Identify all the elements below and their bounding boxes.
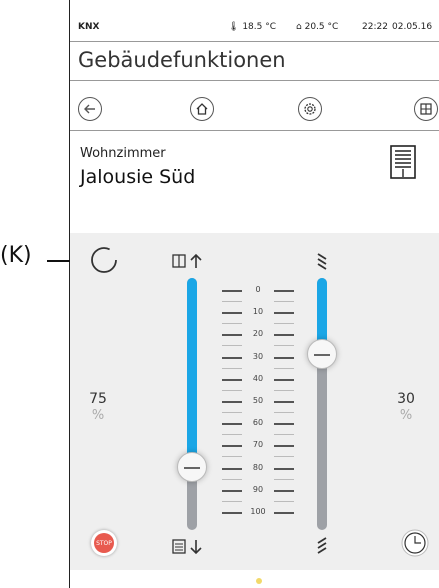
scale-tick-right [274,401,294,403]
blind-icon [390,145,416,179]
scale-label: 20 [252,329,264,338]
scale-tick-right [274,379,294,381]
stop-button-label: STOP [94,533,114,553]
grid-button[interactable] [414,97,438,121]
position-slider-fill [187,278,197,467]
title-divider [70,80,439,81]
position-slider[interactable] [177,278,207,530]
scale-tick-right [274,490,294,492]
outdoor-thermometer-icon: 🌡 [228,22,240,32]
position-unit: % [91,408,105,423]
scale-label: 40 [252,374,264,383]
scale-tick-right [274,357,294,359]
scale-tick-left [222,490,242,492]
scale-minor-tick [274,501,294,502]
back-button[interactable] [78,97,102,121]
grid-icon [420,103,432,115]
indoor-home-icon: ⌂ [296,22,302,32]
blind-down-icon [172,538,206,556]
scale-minor-tick [274,323,294,324]
scale-tick-right [274,468,294,470]
slat-value: 30 [397,391,415,407]
indoor-temp-value: 20.5 °C [304,22,339,32]
slat-unit: % [399,408,413,423]
timer-button[interactable] [401,529,429,557]
scale-tick-left [222,512,242,514]
outdoor-temp: 🌡 18.5 °C [228,22,276,32]
scale-tick-left [222,468,242,470]
back-arrow-icon [84,104,95,114]
scale-tick-left [222,445,242,447]
scale-label: 90 [252,485,264,494]
outdoor-temp-value: 18.5 °C [242,22,276,32]
indoor-temp: ⌂ 20.5 °C [296,22,338,32]
callout-label: (K) [0,243,32,268]
blind-up-icon [172,252,206,270]
scale-minor-tick [274,479,294,480]
scale-minor-tick [222,456,242,457]
position-slider-handle[interactable] [177,452,207,482]
clock-icon [401,529,429,557]
scale-minor-tick [274,368,294,369]
home-icon [196,103,208,115]
scale-minor-tick [274,345,294,346]
slats-open-icon [313,252,331,272]
scale-minor-tick [222,412,242,413]
scale-label: 70 [252,440,264,449]
scale-minor-tick [222,323,242,324]
scale-label: 30 [252,352,264,361]
scale-minor-tick [274,301,294,302]
scale-label: 0 [255,285,261,294]
settings-gear-icon [304,103,316,115]
slat-slider[interactable] [307,278,337,530]
scale-tick-right [274,334,294,336]
scale-minor-tick [222,301,242,302]
scale-tick-right [274,290,294,292]
scale-tick-right [274,445,294,447]
scale-label: 10 [252,307,264,316]
page-title: Gebäudefunktionen [78,48,286,72]
scale-minor-tick [222,434,242,435]
scale-minor-tick [274,456,294,457]
clock: 22:22 [362,22,388,32]
status-divider [70,41,439,42]
status-bar: KNX 🌡 18.5 °C ⌂ 20.5 °C 22:22 02.05.16 [78,22,439,38]
scale-tick-left [222,379,242,381]
scale-minor-tick [222,501,242,502]
scale-tick-left [222,290,242,292]
scale-tick-right [274,423,294,425]
stop-button[interactable]: STOP [91,530,117,556]
scale-minor-tick [222,345,242,346]
position-value: 75 [89,391,107,407]
scale-label: 60 [252,418,264,427]
scale-tick-left [222,334,242,336]
scale-minor-tick [222,368,242,369]
scale-tick-left [222,312,242,314]
scale-tick-right [274,312,294,314]
page-indicator-dot[interactable] [256,578,262,584]
room-name: Wohnzimmer [80,146,166,161]
settings-button[interactable] [298,97,322,121]
device-name: Jalousie Süd [80,166,196,188]
home-button[interactable] [190,97,214,121]
scale-label: 100 [250,507,266,516]
scale-label: 50 [252,396,264,405]
scale-tick-left [222,357,242,359]
nav-divider [70,130,439,131]
scale-tick-left [222,423,242,425]
scale-minor-tick [222,390,242,391]
scale-minor-tick [274,434,294,435]
date: 02.05.16 [392,22,433,32]
scale-label: 80 [252,463,264,472]
scale-minor-tick [222,479,242,480]
slat-slider-handle[interactable] [307,339,337,369]
scale-minor-tick [274,390,294,391]
scale-minor-tick [274,412,294,413]
scale-tick-left [222,401,242,403]
percent-scale: 0 10 20 30 40 50 60 70 80 90 100 [222,285,294,516]
status-indicator-icon [90,246,118,274]
brand-label: KNX [78,22,100,32]
scale-tick-right [274,512,294,514]
slats-closed-icon [313,536,331,556]
